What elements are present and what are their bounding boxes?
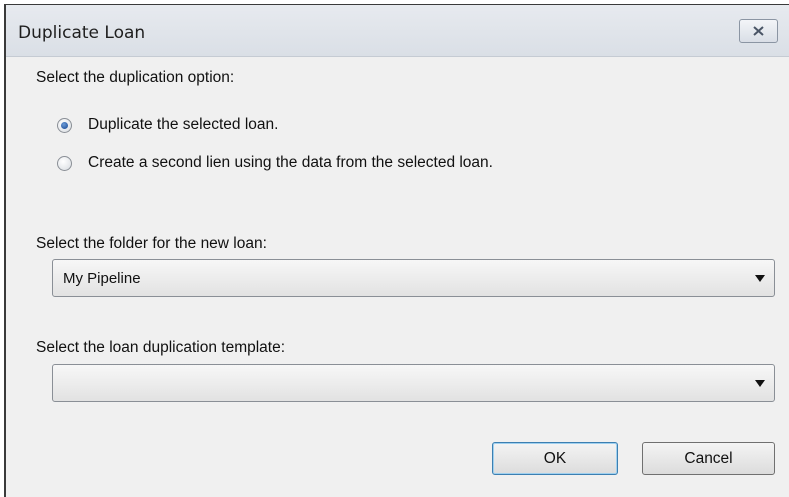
dropdown-arrow-icon: [755, 275, 765, 282]
cancel-button[interactable]: Cancel: [642, 442, 775, 475]
title-bar[interactable]: Duplicate Loan: [6, 5, 789, 57]
dialog-title: Duplicate Loan: [18, 23, 146, 43]
template-select[interactable]: [52, 364, 775, 402]
radio-label-duplicate: Duplicate the selected loan.: [88, 116, 279, 133]
duplication-option-label: Select the duplication option:: [36, 69, 235, 86]
radio-option-second-lien[interactable]: Create a second lien using the data from…: [57, 154, 493, 172]
radio-button-second-lien[interactable]: [57, 155, 72, 171]
folder-select-value: My Pipeline: [63, 270, 141, 287]
radio-button-duplicate[interactable]: [57, 117, 72, 133]
folder-label: Select the folder for the new loan:: [36, 235, 267, 252]
dropdown-arrow-icon: [755, 380, 765, 387]
close-button[interactable]: [739, 19, 778, 43]
radio-option-duplicate[interactable]: Duplicate the selected loan.: [57, 116, 278, 134]
ok-button[interactable]: OK: [492, 442, 618, 475]
radio-label-second-lien: Create a second lien using the data from…: [88, 154, 493, 171]
close-icon: [753, 26, 764, 36]
folder-select[interactable]: My Pipeline: [52, 259, 775, 297]
duplicate-loan-dialog: Duplicate Loan Select the duplication op…: [4, 4, 789, 497]
template-label: Select the loan duplication template:: [36, 339, 286, 356]
